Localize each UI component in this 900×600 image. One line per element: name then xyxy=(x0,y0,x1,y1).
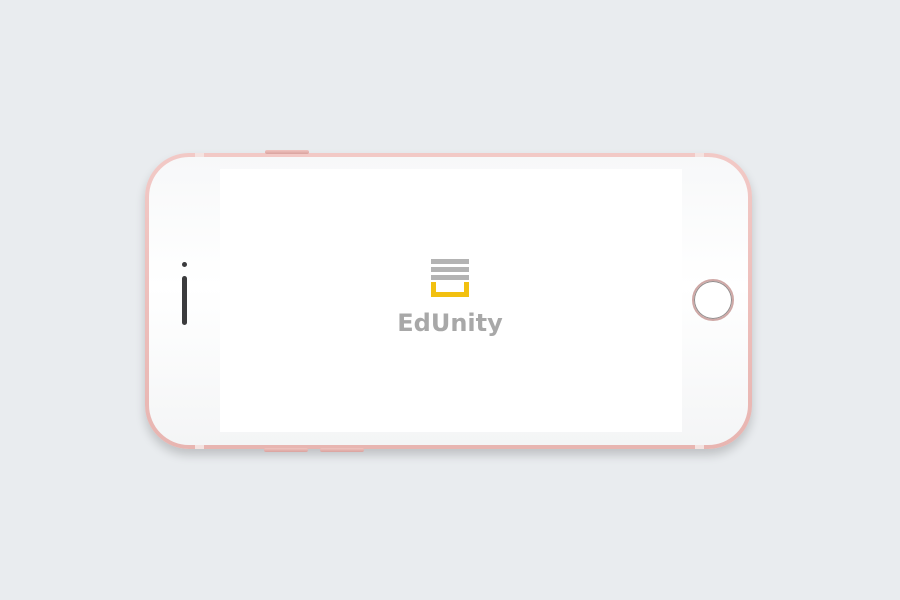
front-camera xyxy=(182,262,187,267)
antenna-band-top-right xyxy=(695,153,704,157)
app-brand-name: EdUnity xyxy=(397,309,503,337)
volume-up-button[interactable] xyxy=(320,448,364,452)
antenna-band-bottom-right xyxy=(695,445,704,449)
antenna-band-bottom-left xyxy=(195,445,204,449)
antenna-band-top-left xyxy=(195,153,204,157)
power-button[interactable] xyxy=(265,150,309,154)
phone-screen xyxy=(220,169,682,432)
home-button[interactable] xyxy=(692,279,734,321)
volume-down-button[interactable] xyxy=(264,448,308,452)
earpiece-speaker xyxy=(182,276,187,325)
edunity-logo-icon xyxy=(430,258,470,298)
